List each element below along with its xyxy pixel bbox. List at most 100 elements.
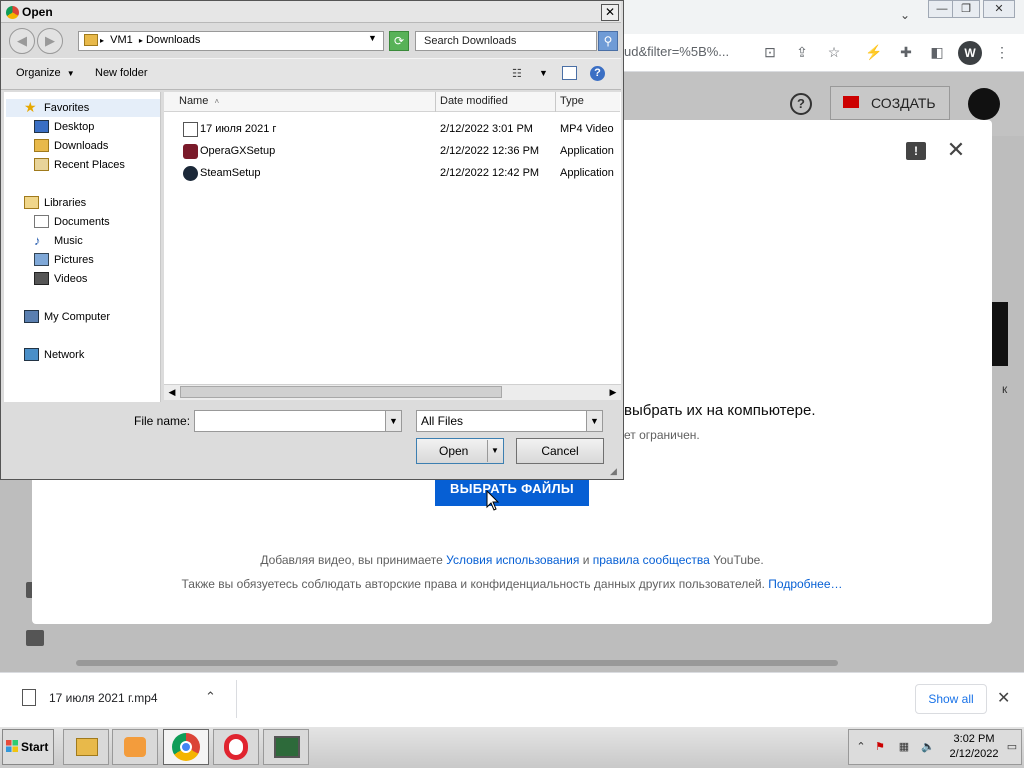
address-bar-url[interactable]: ud&filter=%5B%... [624, 44, 729, 59]
modal-close-icon[interactable]: ✕ [944, 138, 968, 162]
filter-dropdown-icon[interactable]: ▼ [586, 411, 602, 431]
taskbar-explorer[interactable] [63, 729, 109, 765]
column-name[interactable]: Name ˄ [179, 95, 219, 107]
extension-bolt-icon[interactable]: ⚡ [864, 42, 884, 62]
taskbar-task-manager[interactable] [263, 729, 309, 765]
nav-network[interactable]: Network [24, 347, 84, 363]
organize-label: Organize [16, 67, 61, 79]
view-options-icon[interactable]: ☷ [512, 67, 526, 80]
translate-icon[interactable]: ⊡ [760, 42, 780, 62]
breadcrumb[interactable]: ▸ VM1 ▸ Downloads [100, 34, 200, 46]
action-center-icon[interactable]: ⚑ [873, 740, 887, 754]
preview-pane-icon[interactable] [562, 66, 577, 80]
new-folder-button[interactable]: New folder [95, 67, 148, 79]
scrollbar-thumb[interactable] [180, 386, 502, 398]
view-dropdown-icon[interactable]: ▼ [539, 68, 548, 78]
chrome-icon [172, 733, 200, 761]
file-type: Application [560, 145, 614, 157]
terms-of-service-link[interactable]: Условия использования [446, 553, 579, 567]
help-icon[interactable]: ? [590, 66, 605, 81]
nav-documents[interactable]: Documents [34, 214, 110, 230]
menu-kebab-icon[interactable]: ⋮ [992, 42, 1012, 62]
nav-desktop[interactable]: Desktop [34, 119, 94, 135]
bookmark-star-icon[interactable]: ☆ [824, 42, 844, 62]
taskbar-media-player[interactable] [112, 729, 158, 765]
media-player-icon [124, 737, 146, 757]
volume-icon[interactable]: 🔈 [921, 740, 935, 754]
documents-icon [34, 215, 49, 228]
taskbar-chrome[interactable] [163, 729, 209, 765]
nav-libraries[interactable]: Libraries [24, 195, 86, 211]
share-icon[interactable]: ⇪ [792, 42, 812, 62]
task-manager-icon [274, 736, 300, 758]
file-row[interactable]: SteamSetup 2/12/2022 12:42 PM Applicatio… [180, 164, 620, 184]
clock-time[interactable]: 3:02 PM [950, 733, 998, 745]
nav-downloads[interactable]: Downloads [34, 138, 108, 154]
nav-my-computer[interactable]: My Computer [24, 309, 110, 325]
close-window-button[interactable]: ✕ [983, 0, 1015, 18]
show-desktop-icon[interactable]: ▭ [1005, 740, 1019, 754]
search-input[interactable]: Search Downloads [415, 31, 597, 51]
cancel-button[interactable]: Cancel [516, 438, 604, 464]
help-icon[interactable]: ? [790, 93, 812, 115]
community-guidelines-link[interactable]: правила сообщества [593, 553, 710, 567]
side-panel-icon[interactable]: ◧ [927, 42, 947, 62]
network-tray-icon[interactable]: ▦ [897, 740, 911, 754]
scroll-right-icon[interactable]: ▶ [607, 385, 619, 399]
tab-search-icon[interactable]: ⌄ [897, 8, 913, 24]
resize-grip-icon[interactable]: ◢ [610, 466, 620, 476]
close-shelf-icon[interactable]: ✕ [997, 688, 1010, 708]
address-dropdown-icon[interactable]: ▼ [368, 33, 377, 43]
nav-favorites[interactable]: ★ Favorites [24, 100, 89, 116]
send-feedback-icon[interactable]: ! [906, 142, 926, 160]
forward-button[interactable]: ▶ [37, 28, 63, 54]
file-row[interactable]: 17 июля 2021 г 2/12/2022 3:01 PM MP4 Vid… [180, 120, 620, 140]
column-divider[interactable] [555, 92, 556, 112]
file-name-dropdown-icon[interactable]: ▼ [385, 411, 401, 431]
terms-text: Добавляя видео, вы принимаете Условия ис… [0, 553, 1024, 567]
column-divider[interactable] [435, 92, 436, 112]
file-name: OperaGXSetup [200, 145, 276, 157]
nav-recent-places[interactable]: Recent Places [34, 157, 125, 173]
nav-label: Downloads [54, 140, 109, 152]
terms-prefix: Добавляя видео, вы принимаете [260, 553, 447, 567]
download-item-name[interactable]: 17 июля 2021 г.mp4 [49, 691, 158, 705]
chevron-up-icon[interactable]: ⌃ [205, 689, 216, 705]
back-button[interactable]: ◀ [9, 28, 35, 54]
nav-videos[interactable]: Videos [34, 271, 87, 287]
open-split-dropdown-icon[interactable]: ▼ [487, 440, 502, 462]
restore-button[interactable]: ❐ [952, 0, 980, 18]
upload-note: ет ограничен. [624, 428, 700, 442]
file-name-input[interactable] [194, 410, 402, 432]
show-all-button[interactable]: Show all [915, 684, 987, 714]
feedback-sidebar-icon[interactable] [26, 630, 44, 646]
command-bar [1, 58, 621, 90]
breadcrumb-downloads[interactable]: Downloads [146, 34, 200, 46]
tray-expand-icon[interactable]: ⌃ [854, 740, 868, 754]
refresh-icon[interactable]: ⟳ [389, 31, 409, 51]
learn-more-link[interactable]: Подробнее… [768, 577, 842, 591]
page-scrollbar[interactable] [76, 660, 838, 666]
network-icon [24, 348, 39, 361]
file-type-filter[interactable]: All Files [416, 410, 603, 432]
file-row[interactable]: OperaGXSetup 2/12/2022 12:36 PM Applicat… [180, 142, 620, 162]
organize-menu[interactable]: Organize ▼ [16, 67, 75, 79]
nav-pictures[interactable]: Pictures [34, 252, 94, 268]
profile-avatar[interactable]: W [958, 41, 982, 65]
breadcrumb-vm1[interactable]: VM1 [110, 34, 133, 46]
taskbar-opera[interactable] [213, 729, 259, 765]
extensions-puzzle-icon[interactable]: ✚ [896, 42, 916, 62]
side-text: к [1002, 382, 1008, 396]
search-icon[interactable]: ⚲ [598, 31, 618, 51]
dialog-close-button[interactable]: ✕ [601, 4, 619, 21]
column-type[interactable]: Type [560, 95, 584, 107]
clock-date[interactable]: 2/12/2022 [946, 748, 1002, 760]
nav-music[interactable]: ♪ Music [34, 233, 83, 249]
folder-icon [84, 34, 98, 46]
nav-label: Music [54, 235, 83, 247]
nav-label: Videos [54, 273, 88, 285]
channel-avatar[interactable] [968, 88, 1000, 120]
nav-label: Recent Places [54, 159, 125, 171]
column-date-modified[interactable]: Date modified [440, 95, 508, 107]
scroll-left-icon[interactable]: ◀ [166, 385, 178, 399]
